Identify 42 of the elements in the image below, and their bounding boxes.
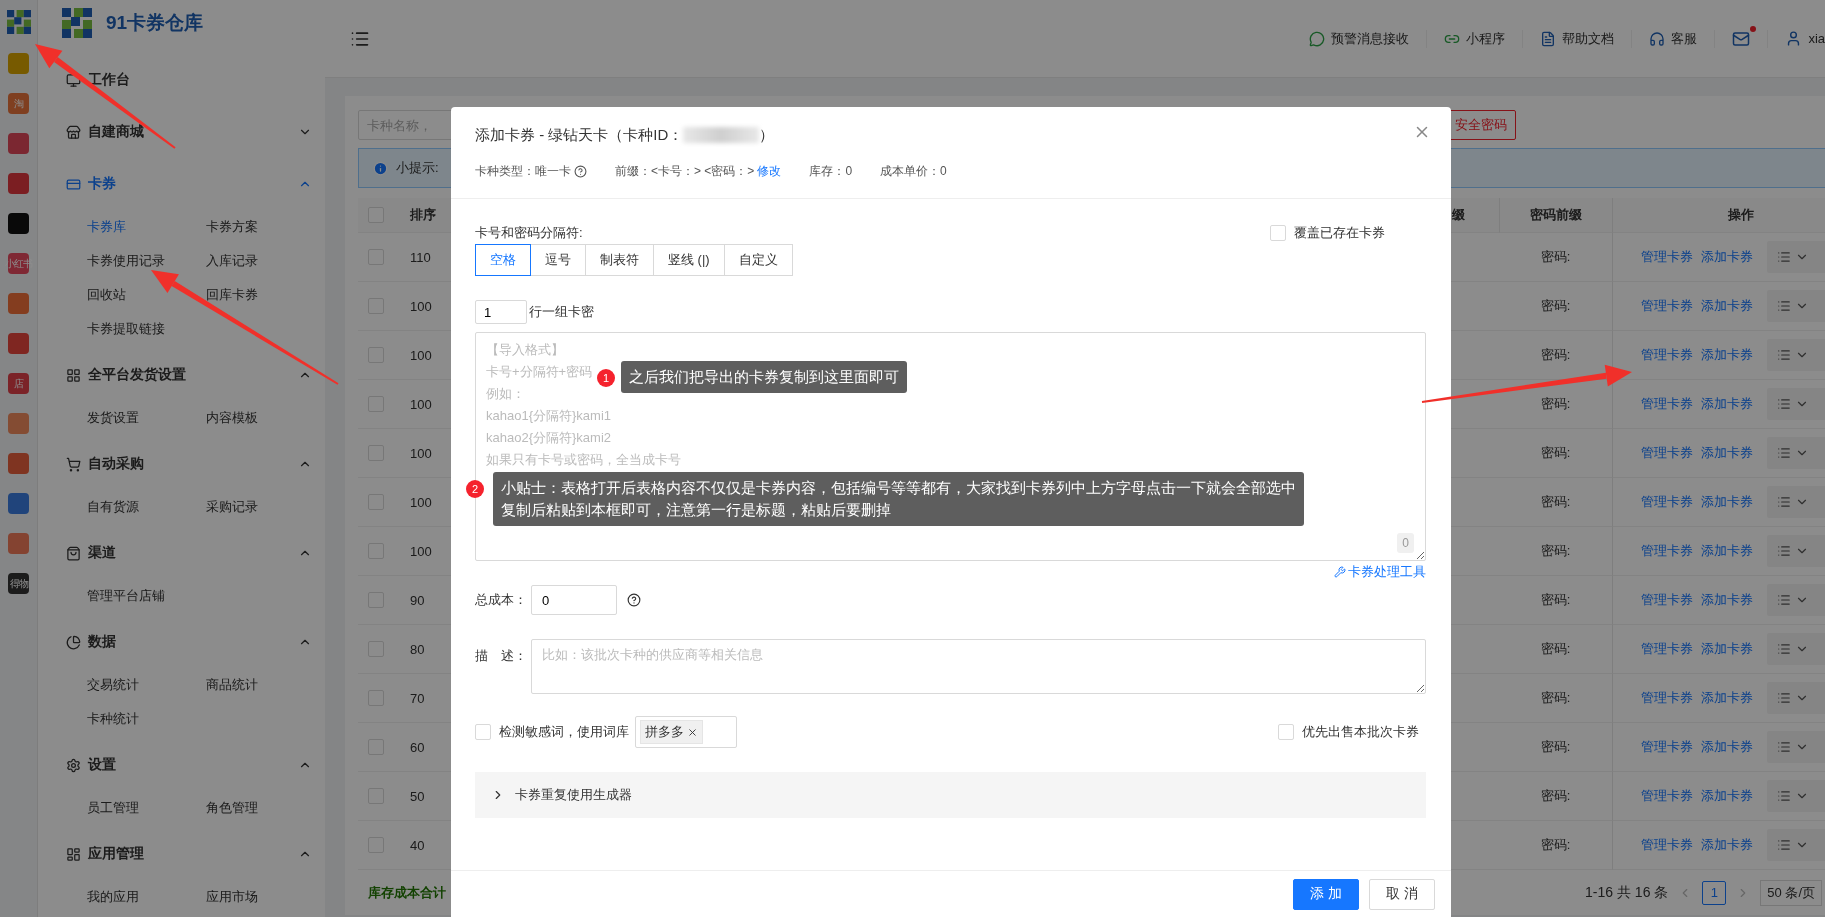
lines-per-group-label: 行一组卡密 (529, 303, 594, 321)
header-link-label: 客服 (1671, 29, 1698, 48)
callout-tooltip: 之后我们把导出的卡券复制到这里面即可 (621, 361, 907, 393)
table-cell: 密码: (1499, 576, 1612, 625)
separator-label: 卡号和密码分隔符: (475, 224, 583, 242)
tip-text: 小提示: (396, 159, 439, 177)
generator-label: 卡券重复使用生成器 (515, 786, 632, 804)
separator-option-label: 空格 (490, 251, 516, 269)
header-link-label: 帮助文档 (1562, 29, 1615, 48)
separator-option-label: 自定义 (738, 251, 778, 269)
dialog-title-end: ） (759, 125, 775, 145)
info-text: 卡种类型：唯一卡 (475, 163, 571, 180)
column-header: 密码前缀 (1499, 198, 1612, 233)
dialog-title: 添加卡券 - 绿钻天卡（卡种ID： (475, 125, 684, 145)
callout-number: 2 (466, 480, 484, 498)
callout-tooltip: 小贴士：表格打开后表格内容不仅仅是卡券内容，包括编号等等都有，大家找到卡券列中上方字母点击一下就会全部选中 复制后粘贴到本框即可，注意第一行是标题，粘贴后要删掉 (493, 472, 1304, 526)
table-cell: 密码: (1499, 429, 1612, 478)
table-cell: 密码: (1499, 821, 1612, 870)
character-count: 0 (1397, 533, 1414, 553)
table-cell: 密码: (1499, 233, 1612, 282)
column-header: 操作 (1612, 198, 1825, 233)
tag: 拼多多 (640, 720, 703, 744)
separator-option-label: 逗号 (545, 251, 571, 269)
total-cost-label: 总成本： (475, 591, 528, 609)
table-cell: 密码: (1499, 772, 1612, 821)
separator-option-label: 制表符 (600, 251, 639, 269)
info-text: 库存：0 (809, 163, 853, 180)
table-cell: 密码: (1499, 527, 1612, 576)
table-cell: 密码: (1499, 723, 1612, 772)
header-link-label: 预警消息接收 (1331, 29, 1410, 48)
table-cell: 密码: (1499, 625, 1612, 674)
description-label: 描 述： (475, 647, 528, 665)
table-cell: 密码: (1499, 674, 1612, 723)
info-text: 成本单价：0 (880, 163, 947, 180)
table-cell: 密码: (1499, 478, 1612, 527)
pagination-total: 1-16 共 16 条 (1585, 883, 1669, 902)
table-cell: 密码: (1499, 282, 1612, 331)
header-link-label: 小程序 (1466, 29, 1506, 48)
stock-cost-total: 库存成本合计 (368, 883, 446, 902)
brand-name: 91卡券仓库 (106, 10, 204, 35)
separator-option-label: 竖线 (|) (668, 251, 710, 269)
info-text: 前缀：<卡号：> <密码：> (615, 163, 755, 180)
